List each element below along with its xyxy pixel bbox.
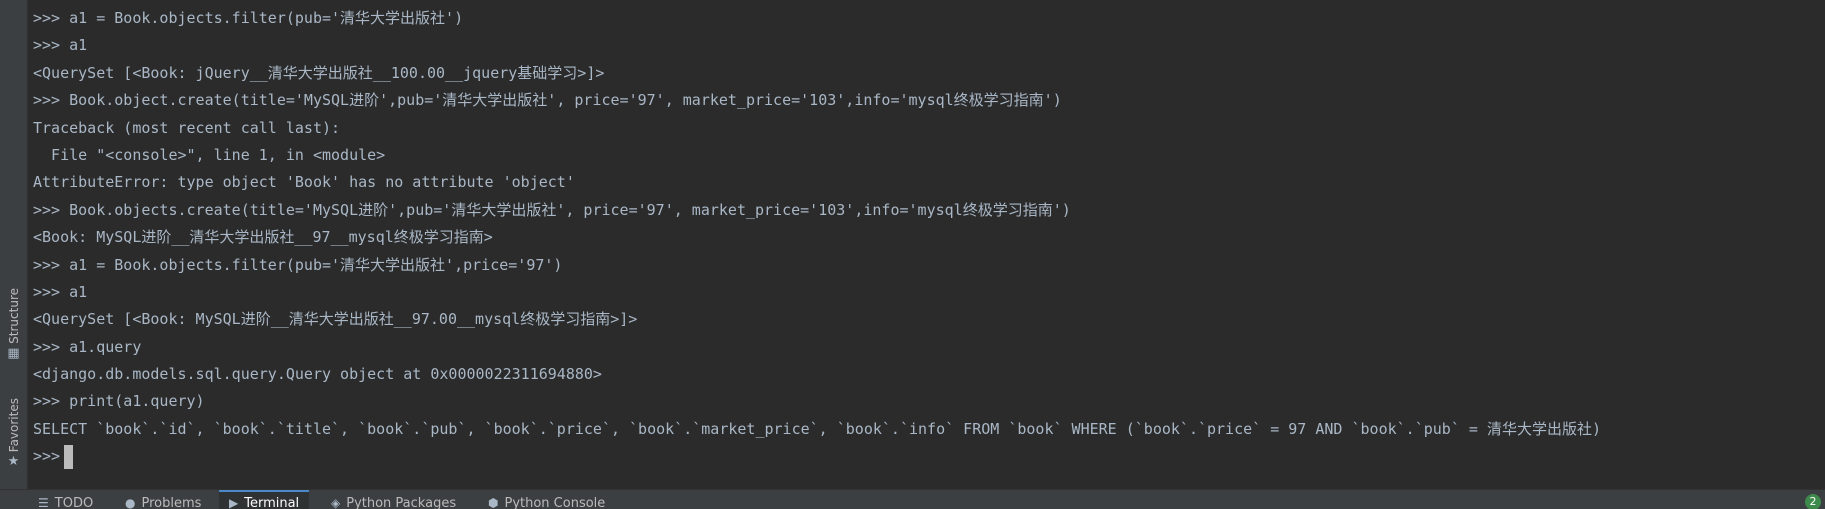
console-line: Traceback (most recent call last): (33, 118, 341, 137)
tab-python-console-label: Python Console (504, 496, 606, 509)
list-icon: ☰ (38, 496, 49, 509)
console-line: >>> a1 = Book.objects.filter(pub='清华大学出版… (33, 255, 563, 274)
terminal-icon: ▶ (229, 496, 239, 509)
tab-python-packages-label: Python Packages (346, 496, 457, 509)
console-line: >>> a1 (33, 36, 88, 55)
tab-problems[interactable]: ● Problems (115, 490, 211, 509)
favorites-tab-label: Favorites (6, 398, 21, 453)
console-input-line[interactable]: >>> (33, 443, 1825, 470)
structure-icon: ▦ (7, 345, 20, 361)
console-line: >>> print(a1.query) (33, 392, 205, 411)
console-line: <Book: MySQL进阶__清华大学出版社__97__mysql终极学习指南… (33, 228, 493, 247)
console-line: <QuerySet [<Book: jQuery__清华大学出版社__100.0… (33, 63, 605, 82)
console-line: >>> a1 (33, 282, 88, 301)
tab-todo-label: TODO (54, 496, 94, 509)
packages-icon: ◈ (331, 496, 341, 509)
console-line: >>> a1.query (33, 337, 142, 356)
tab-python-console[interactable]: ⬢ Python Console (478, 490, 615, 509)
favorites-tool-tab[interactable]: Favorites ★ (0, 398, 27, 469)
bottom-tool-window-bar: ☰ TODO ● Problems ▶ Terminal ◈ Python Pa… (0, 489, 1825, 509)
console-line: AttributeError: type object 'Book' has n… (33, 173, 575, 192)
console-line: File "<console>", line 1, in <module> (33, 145, 386, 164)
console-prompt: >>> (33, 447, 61, 466)
warning-icon: ● (125, 496, 136, 509)
console-line: >>> Book.objects.create(title='MySQL进阶',… (33, 200, 1071, 219)
console-line: <QuerySet [<Book: MySQL进阶__清华大学出版社__97.0… (33, 310, 638, 329)
text-cursor (64, 444, 74, 469)
console-line: >>> a1 = Book.objects.filter(pub='清华大学出版… (33, 9, 464, 27)
left-tool-strip: Structure ▦ Favorites ★ (0, 0, 28, 490)
python-console-output[interactable]: >>> a1 = Book.objects.filter(pub='清华大学出版… (33, 5, 1825, 471)
python-icon: ⬢ (488, 496, 499, 509)
structure-tool-tab[interactable]: Structure ▦ (0, 288, 27, 361)
tab-terminal[interactable]: ▶ Terminal (219, 490, 310, 509)
tab-todo[interactable]: ☰ TODO (28, 490, 103, 509)
console-line: >>> Book.object.create(title='MySQL进阶',p… (33, 91, 1062, 110)
tab-terminal-label: Terminal (244, 496, 300, 509)
structure-tab-label: Structure (6, 288, 21, 344)
star-icon: ★ (7, 454, 20, 470)
event-log-badge[interactable]: 2 (1805, 494, 1821, 509)
tab-python-packages[interactable]: ◈ Python Packages (321, 490, 466, 509)
tab-problems-label: Problems (141, 496, 202, 509)
console-line: <django.db.models.sql.query.Query object… (33, 365, 602, 384)
console-line: SELECT `book`.`id`, `book`.`title`, `boo… (33, 419, 1601, 438)
